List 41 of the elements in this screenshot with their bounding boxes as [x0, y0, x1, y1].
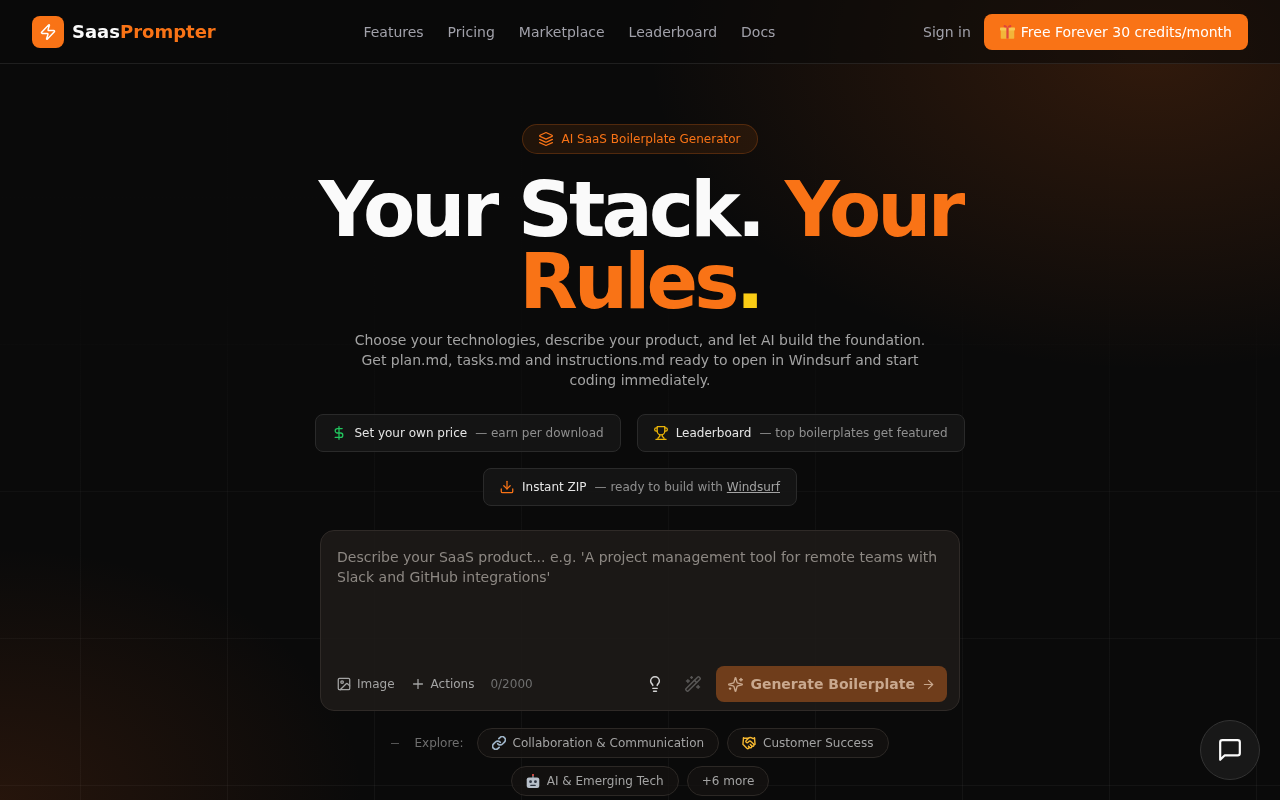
magic-wand-icon [685, 676, 702, 692]
text-link[interactable]: Windsurf [726, 480, 780, 494]
nav-link[interactable]: Marketplace [518, 23, 605, 40]
nav-link[interactable]: Pricing [447, 23, 495, 40]
download-icon [500, 480, 514, 494]
sign-in-link[interactable]: Sign in [923, 23, 971, 40]
feature-title: Instant ZIP [522, 480, 587, 494]
category-chip[interactable]: Customer Success [727, 728, 889, 758]
feature-title: Leaderboard [675, 426, 752, 440]
layers-icon [539, 132, 554, 146]
plus-icon [410, 677, 425, 691]
character-counter: 0/2000 [490, 677, 533, 691]
gift-icon [999, 24, 1015, 39]
trophy-icon [653, 426, 668, 440]
actions-button[interactable]: Actions [406, 673, 479, 695]
home-logo-link[interactable]: SaasPrompter [32, 15, 216, 48]
robot-icon [525, 774, 540, 788]
feature-title: Set your own price [354, 426, 468, 440]
image-icon [337, 677, 351, 691]
feature-description: — ready to build with Windsurf [594, 480, 780, 494]
explore-label: Explore: [414, 736, 464, 750]
chat-bubble-icon [1218, 738, 1242, 762]
nav-link[interactable]: Docs [741, 23, 776, 40]
feature-description: — top boilerplates get featured [759, 426, 948, 440]
feature-description: — earn per download [475, 426, 604, 440]
nav-link[interactable]: Leaderboard [628, 23, 718, 40]
handshake-icon [742, 736, 757, 750]
lightning-logo-icon [32, 15, 64, 48]
sparkles-icon [728, 676, 744, 692]
category-chip[interactable]: Collaboration & Communication [476, 728, 720, 758]
image-button[interactable]: Image [333, 673, 399, 695]
arrow-right-icon [922, 677, 935, 691]
chain-link-icon [491, 736, 506, 750]
hero-headline: Your Stack. Your Rules. [317, 174, 964, 318]
category-chip[interactable]: AI & Emerging Tech [510, 766, 679, 796]
category-chip[interactable]: +6 more [686, 766, 770, 796]
badge-text: AI SaaS Boilerplate Generator [561, 132, 741, 146]
prompt-field[interactable]: Describe your SaaS product... e.g. 'A project management tool for remote teams with Slack and GitHub integrations' [337, 547, 947, 657]
hero-subtitle: Choose your technologies, describe your product, and let AI build the foundation. Get plan.md, tasks.md and instructions.md ready to open in Windsurf and start coding immediately. [353, 331, 927, 390]
nav-link[interactable]: Features [363, 23, 424, 40]
dash-icon [391, 742, 400, 744]
